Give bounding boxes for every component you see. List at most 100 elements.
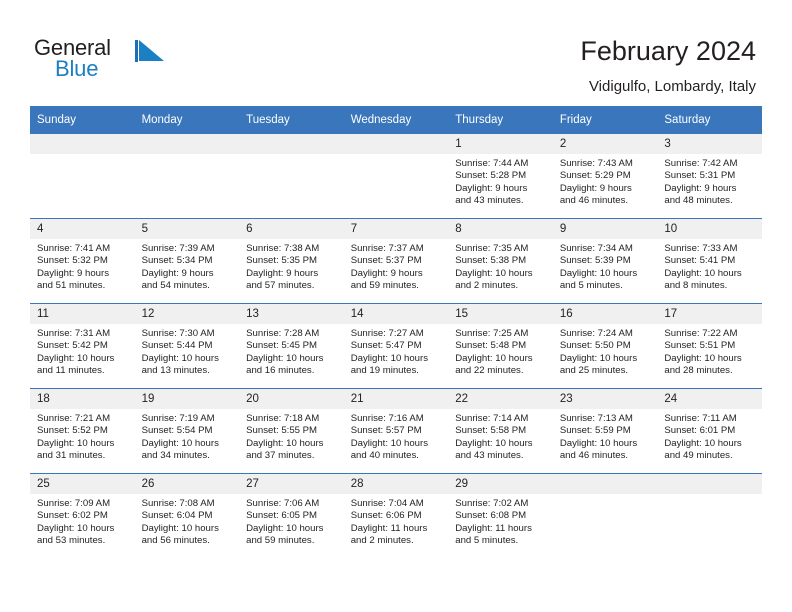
day-number: 8 (448, 219, 553, 239)
day-number: 24 (657, 389, 762, 409)
calendar-day-cell[interactable]: 14 Sunrise: 7:27 AM Sunset: 5:47 PM Dayligh… (343, 303, 449, 389)
calendar-day-cell[interactable]: 18 Sunrise: 7:21 AM Sunset: 5:52 PM Dayligh… (30, 388, 135, 474)
sunset-text: Sunset: 5:55 PM (246, 425, 318, 437)
day-details: Sunrise: 7:06 AM Sunset: 6:05 PM Daylight:… (239, 494, 344, 547)
calendar-day-cell[interactable]: 12 Sunrise: 7:30 AM Sunset: 5:44 PM Dayligh… (134, 303, 240, 389)
sunrise-text: Sunrise: 7:04 AM (350, 498, 424, 509)
sunset-text: Sunset: 6:06 PM (350, 510, 422, 522)
calendar-day-cell[interactable]: 21 Sunrise: 7:16 AM Sunset: 5:57 PM Dayligh… (343, 388, 449, 474)
daylight-text: Daylight: 10 hours (246, 522, 324, 534)
sunset-text: Sunset: 5:39 PM (559, 255, 631, 267)
calendar-day-cell[interactable]: 28 Sunrise: 7:04 AM Sunset: 6:06 PM Dayligh… (343, 473, 449, 558)
calendar-day-cell[interactable]: 22 Sunrise: 7:14 AM Sunset: 5:58 PM Dayligh… (448, 388, 553, 474)
daylight-text: Daylight: 10 hours (559, 267, 638, 279)
calendar-day-cell[interactable]: 29 Sunrise: 7:02 AM Sunset: 6:08 PM Dayligh… (448, 473, 553, 558)
calendar-day-cell[interactable]: 23 Sunrise: 7:13 AM Sunset: 5:59 PM Dayligh… (552, 388, 658, 474)
page-header: General Blue February 2024 Vidigulfo, Lo… (0, 0, 792, 100)
day-details: Sunrise: 7:28 AM Sunset: 5:45 PM Daylight:… (239, 324, 344, 377)
day-details: Sunrise: 7:02 AM Sunset: 6:08 PM Daylight:… (448, 494, 553, 547)
sunset-text: Sunset: 5:58 PM (455, 425, 527, 437)
sunset-text: Sunset: 5:59 PM (559, 425, 631, 437)
day-number (239, 134, 344, 154)
calendar-day-cell[interactable]: 7 Sunrise: 7:37 AM Sunset: 5:37 PM Daylight… (343, 218, 449, 304)
calendar-day-cell[interactable]: 15 Sunrise: 7:25 AM Sunset: 5:48 PM Dayligh… (448, 303, 553, 389)
calendar-day-cell[interactable]: 25 Sunrise: 7:09 AM Sunset: 6:02 PM Dayligh… (30, 473, 135, 558)
calendar-day-cell[interactable]: 4 Sunrise: 7:41 AM Sunset: 5:32 PM Daylight… (30, 218, 135, 304)
calendar-day-cell[interactable]: 24 Sunrise: 7:11 AM Sunset: 6:01 PM Dayligh… (657, 388, 762, 474)
calendar-day-cell[interactable]: 8 Sunrise: 7:35 AM Sunset: 5:38 PM Daylight… (448, 218, 553, 304)
daylight-text: and 19 minutes. (350, 365, 419, 377)
calendar-body: 1 Sunrise: 7:44 AM Sunset: 5:28 PM Daylight… (30, 134, 762, 558)
calendar-day-cell[interactable]: 17 Sunrise: 7:22 AM Sunset: 5:51 PM Dayligh… (657, 303, 762, 389)
day-number: 27 (239, 474, 344, 494)
calendar-day-cell[interactable]: 20 Sunrise: 7:18 AM Sunset: 5:55 PM Dayligh… (239, 388, 344, 474)
daylight-text: Daylight: 10 hours (141, 522, 219, 534)
sunset-text: Sunset: 5:28 PM (455, 170, 527, 182)
day-number: 13 (239, 304, 344, 324)
sunrise-text: Sunrise: 7:24 AM (559, 328, 633, 339)
weekday-header-sunday: Sunday (30, 106, 135, 134)
day-number (30, 134, 135, 154)
sunset-text: Sunset: 5:54 PM (141, 425, 213, 437)
calendar-day-cell[interactable]: 27 Sunrise: 7:06 AM Sunset: 6:05 PM Dayligh… (239, 473, 344, 558)
daylight-text: Daylight: 9 hours (455, 182, 528, 194)
calendar-day-cell[interactable]: 6 Sunrise: 7:38 AM Sunset: 5:35 PM Daylight… (239, 218, 344, 304)
day-details: Sunrise: 7:16 AM Sunset: 5:57 PM Daylight:… (344, 409, 449, 462)
weekday-header-tuesday: Tuesday (239, 106, 344, 134)
sunrise-text: Sunrise: 7:35 AM (455, 243, 529, 254)
calendar-day-cell[interactable]: 3 Sunrise: 7:42 AM Sunset: 5:31 PM Daylight… (657, 134, 762, 219)
sunrise-text: Sunrise: 7:18 AM (246, 413, 320, 424)
daylight-text: Daylight: 9 hours (559, 182, 632, 194)
day-number (343, 134, 449, 154)
sunset-text: Sunset: 5:48 PM (455, 340, 527, 352)
daylight-text: Daylight: 9 hours (664, 182, 737, 194)
calendar-day-cell[interactable]: 1 Sunrise: 7:44 AM Sunset: 5:28 PM Daylight… (448, 134, 553, 219)
brand-logo[interactable]: General Blue (34, 36, 164, 88)
calendar-day-cell[interactable]: 13 Sunrise: 7:28 AM Sunset: 5:45 PM Dayligh… (239, 303, 344, 389)
calendar-day-cell[interactable]: 2 Sunrise: 7:43 AM Sunset: 5:29 PM Daylight… (552, 134, 658, 219)
daylight-text: Daylight: 10 hours (350, 437, 429, 449)
sunrise-text: Sunrise: 7:27 AM (350, 328, 424, 339)
sunrise-text: Sunrise: 7:16 AM (350, 413, 424, 424)
daylight-text: and 46 minutes. (559, 195, 629, 207)
daylight-text: and 43 minutes. (455, 195, 524, 207)
day-details: Sunrise: 7:41 AM Sunset: 5:32 PM Daylight:… (30, 239, 135, 292)
sunset-text: Sunset: 5:45 PM (246, 340, 318, 352)
calendar-week-row: 25 Sunrise: 7:09 AM Sunset: 6:02 PM Dayligh… (30, 473, 762, 558)
daylight-text: Daylight: 10 hours (664, 437, 742, 449)
day-number: 5 (134, 219, 240, 239)
daylight-text: and 2 minutes. (455, 280, 519, 292)
daylight-text: and 53 minutes. (37, 535, 106, 547)
sunrise-text: Sunrise: 7:30 AM (141, 328, 215, 339)
day-number: 14 (343, 304, 449, 324)
brand-name-blue: Blue (55, 56, 99, 81)
calendar-day-cell[interactable]: 5 Sunrise: 7:39 AM Sunset: 5:34 PM Daylight… (134, 218, 240, 304)
sunset-text: Sunset: 5:35 PM (246, 255, 318, 267)
sunset-text: Sunset: 5:44 PM (141, 340, 213, 352)
calendar-day-cell[interactable]: 19 Sunrise: 7:19 AM Sunset: 5:54 PM Dayligh… (134, 388, 240, 474)
daylight-text: and 49 minutes. (664, 450, 733, 462)
calendar-day-cell-empty (134, 134, 240, 219)
day-details: Sunrise: 7:11 AM Sunset: 6:01 PM Daylight:… (657, 409, 762, 462)
sunset-text: Sunset: 5:37 PM (350, 255, 422, 267)
daylight-text: Daylight: 11 hours (455, 522, 532, 534)
day-number: 19 (134, 389, 240, 409)
daylight-text: and 48 minutes. (664, 195, 733, 207)
day-details: Sunrise: 7:37 AM Sunset: 5:37 PM Daylight:… (344, 239, 449, 292)
calendar-week-row: 11 Sunrise: 7:31 AM Sunset: 5:42 PM Dayligh… (30, 303, 762, 389)
calendar-day-cell[interactable]: 9 Sunrise: 7:34 AM Sunset: 5:39 PM Daylight… (552, 218, 658, 304)
calendar-week-row: 1 Sunrise: 7:44 AM Sunset: 5:28 PM Daylight… (30, 134, 762, 219)
day-details: Sunrise: 7:18 AM Sunset: 5:55 PM Daylight:… (239, 409, 344, 462)
calendar-day-cell[interactable]: 11 Sunrise: 7:31 AM Sunset: 5:42 PM Dayligh… (30, 303, 135, 389)
weekday-header-saturday: Saturday (657, 106, 762, 134)
calendar-day-cell-empty (30, 134, 135, 219)
day-number: 23 (552, 389, 658, 409)
sunset-text: Sunset: 6:01 PM (664, 425, 736, 437)
calendar-day-cell[interactable]: 10 Sunrise: 7:33 AM Sunset: 5:41 PM Dayligh… (657, 218, 762, 304)
sunset-text: Sunset: 5:42 PM (37, 340, 108, 352)
day-number: 9 (552, 219, 658, 239)
calendar-day-cell[interactable]: 26 Sunrise: 7:08 AM Sunset: 6:04 PM Dayligh… (134, 473, 240, 558)
day-number: 11 (30, 304, 135, 324)
calendar-day-cell[interactable]: 16 Sunrise: 7:24 AM Sunset: 5:50 PM Dayligh… (552, 303, 658, 389)
weekday-header-monday: Monday (134, 106, 240, 134)
